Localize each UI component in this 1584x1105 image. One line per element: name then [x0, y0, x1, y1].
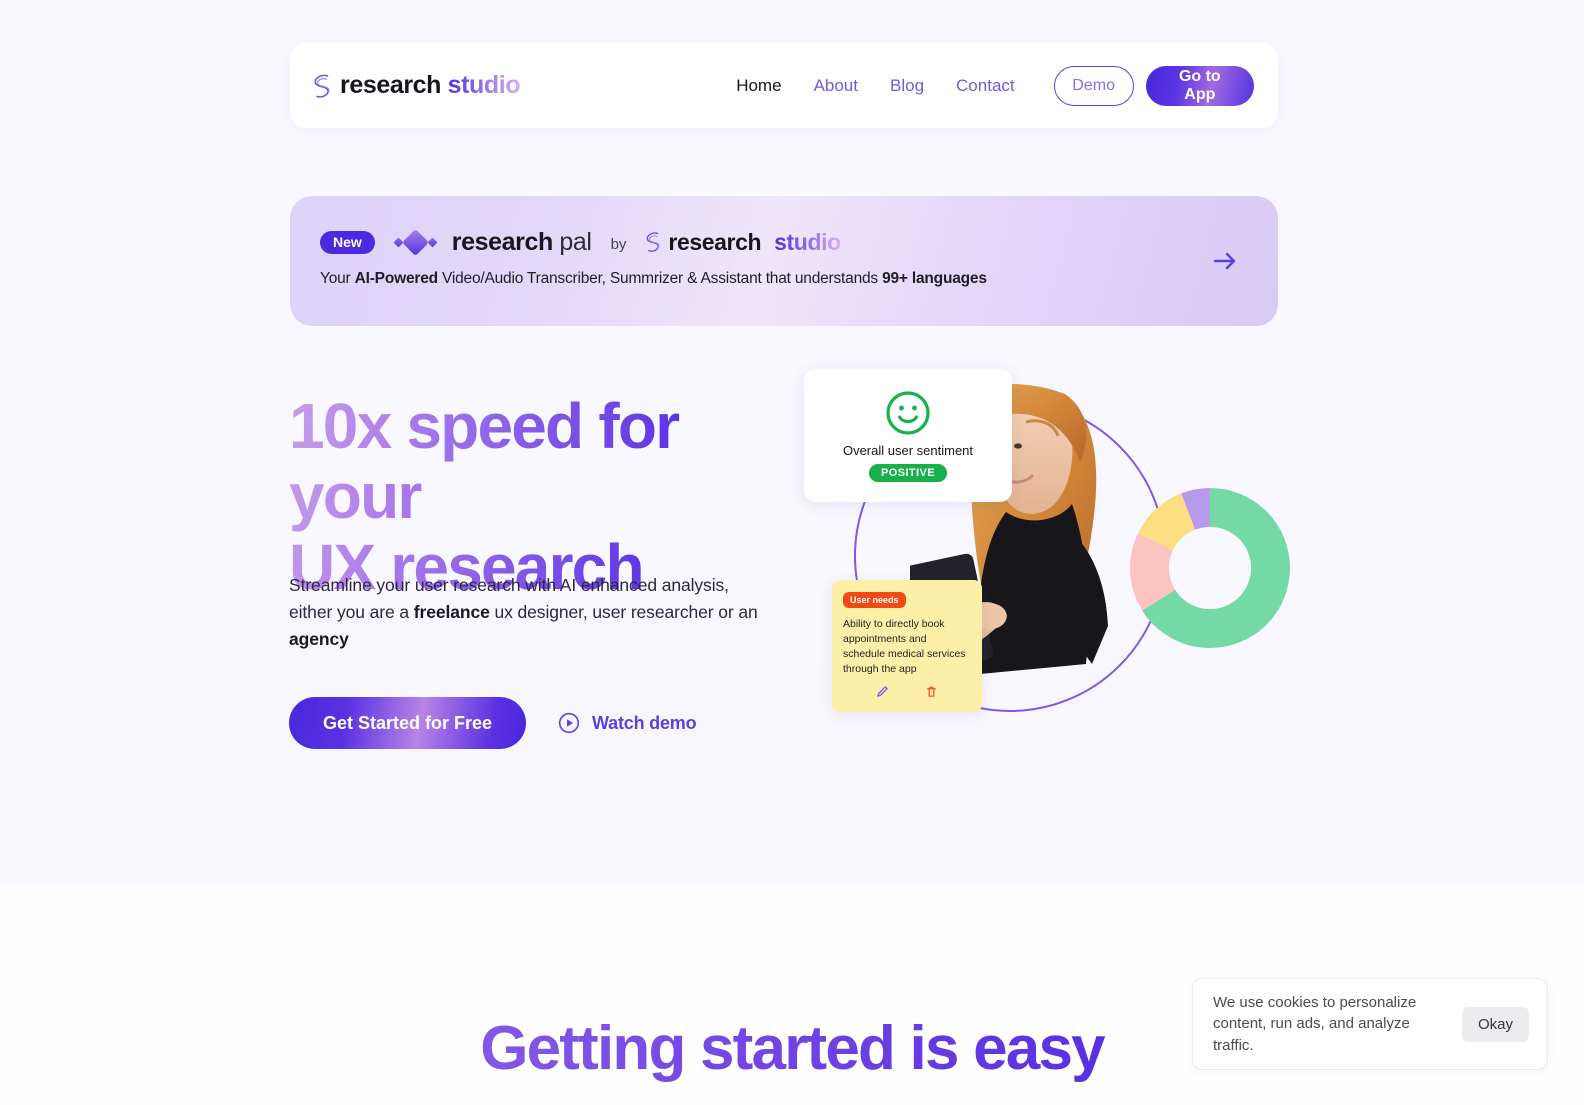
watch-demo-label: Watch demo — [592, 712, 697, 733]
nav-item-about[interactable]: About — [814, 76, 858, 96]
ribbon-s-logo-icon — [314, 74, 330, 98]
new-badge: New — [320, 230, 375, 254]
research-pal-name: research pal — [452, 228, 592, 257]
note-card-actions — [832, 685, 982, 703]
header-actions: Demo Go to App — [1053, 65, 1254, 106]
cookie-consent-banner: We use cookies to personalize content, r… — [1192, 978, 1548, 1070]
page-title: 10x speed for your UX research — [289, 391, 809, 602]
brand-word-2: studio — [447, 71, 521, 99]
trash-icon[interactable] — [925, 685, 938, 703]
hero-sub-c: ux designer, user researcher or an — [489, 602, 758, 623]
watch-demo-button[interactable]: Watch demo — [558, 712, 697, 734]
promo-banner-headline: New research pal by research studio — [320, 226, 1218, 258]
site-header: research studio Home About Blog Contact … — [290, 43, 1278, 128]
nav-item-home[interactable]: Home — [736, 76, 781, 96]
promo-sub-d: 99+ languages — [882, 270, 987, 287]
nav-item-contact[interactable]: Contact — [956, 76, 1015, 96]
go-to-app-button[interactable]: Go to App — [1145, 65, 1254, 106]
hero-cta-group: Get Started for Free Watch demo — [289, 697, 697, 749]
promo-sub-b: AI-Powered — [354, 270, 438, 287]
cookie-consent-text: We use cookies to personalize content, r… — [1213, 994, 1417, 1054]
user-needs-note-card: User needs Ability to directly book appo… — [832, 580, 982, 712]
sentiment-label: Overall user sentiment — [842, 443, 974, 458]
hero-subtitle: Streamline your user research with AI en… — [289, 572, 764, 653]
play-circle-icon — [558, 712, 580, 734]
brand-logo[interactable]: research studio — [312, 71, 521, 100]
research-pal-light: pal — [559, 227, 592, 256]
hero-illustration: Overall user sentiment POSITIVE User nee… — [790, 360, 1310, 750]
hero-sub-b: freelance — [413, 602, 490, 623]
arrow-right-icon[interactable] — [1210, 246, 1240, 276]
cookie-accept-button[interactable]: Okay — [1461, 1006, 1529, 1042]
brand-text: research studio — [340, 71, 521, 100]
smiley-face-icon — [886, 391, 930, 435]
brand-word-1: research — [340, 71, 442, 99]
main-nav: Home About Blog Contact — [736, 76, 1014, 96]
user-insights-donut-chart — [1130, 488, 1290, 648]
research-pal-bold: research — [451, 227, 553, 256]
diamond-sparkle-icon — [393, 228, 438, 256]
hero-sub-d: agency — [289, 629, 349, 650]
promo-sub-a: Your — [320, 270, 355, 287]
ribbon-s-logo-icon — [647, 232, 660, 252]
user-needs-note-text: Ability to directly book appointments an… — [843, 618, 966, 675]
user-needs-tag: User needs — [843, 592, 906, 608]
banner-brand-word-2: studio — [774, 228, 841, 255]
promo-banner[interactable]: New research pal by research studio Your … — [290, 196, 1278, 326]
get-started-button[interactable]: Get Started for Free — [289, 697, 527, 749]
pencil-icon[interactable] — [876, 685, 889, 703]
sentiment-card: Overall user sentiment POSITIVE — [804, 369, 1012, 502]
promo-sub-c: Video/Audio Transcriber, Summrizer & Ass… — [437, 270, 883, 287]
by-label: by — [610, 235, 627, 253]
promo-banner-subtitle: Your AI-Powered Video/Audio Transcriber,… — [320, 270, 1218, 288]
demo-button[interactable]: Demo — [1053, 65, 1134, 106]
sentiment-status-badge: POSITIVE — [869, 464, 947, 482]
banner-brand: research studio — [644, 228, 841, 256]
page-root: research studio Home About Blog Contact … — [0, 0, 1584, 1105]
promo-banner-content: New research pal by research studio Your … — [320, 226, 1218, 288]
hero-title-line-1: 10x speed for your — [289, 390, 679, 533]
nav-item-blog[interactable]: Blog — [890, 76, 924, 96]
banner-brand-word-1: research — [668, 228, 762, 255]
